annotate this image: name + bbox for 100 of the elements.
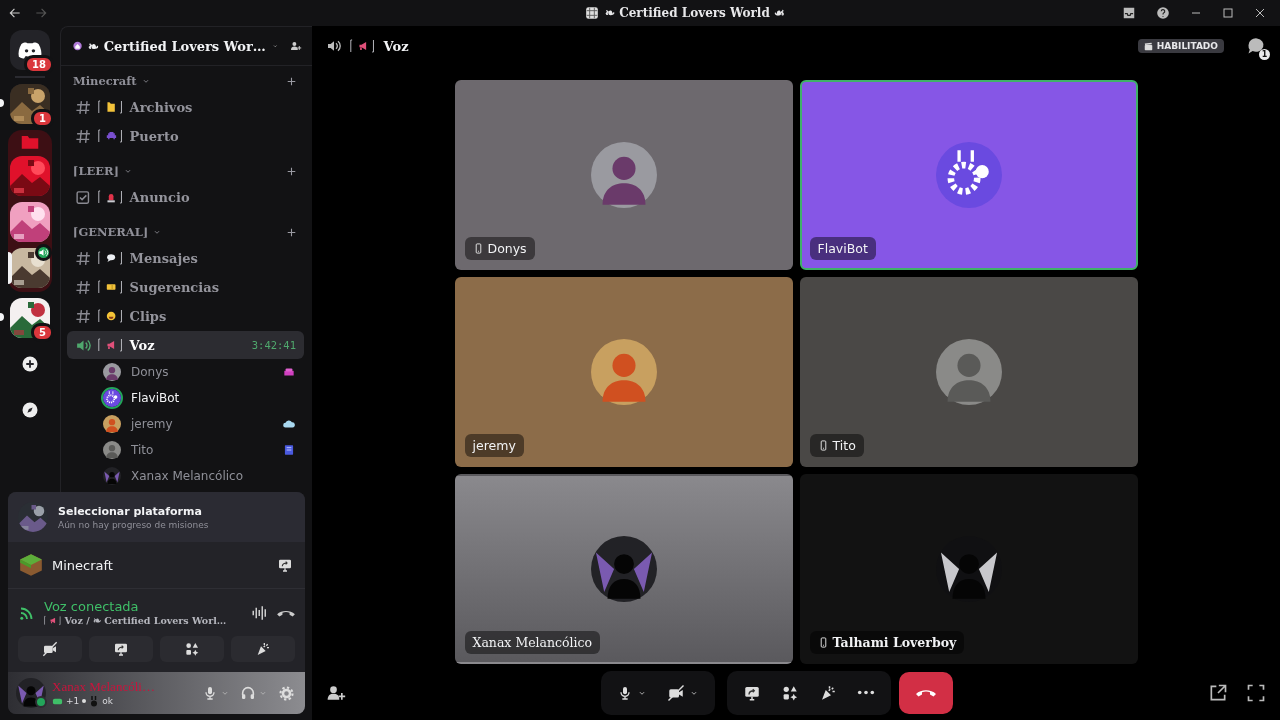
hash-icon (75, 98, 92, 116)
participant-name: Donys (487, 241, 527, 256)
category-header[interactable]: ⌈LEER⌋ (73, 164, 120, 178)
category-header[interactable]: Minecraft (73, 74, 137, 88)
video-tile[interactable]: jeremy (454, 277, 793, 467)
voice-member[interactable]: Tito (67, 437, 304, 463)
speaker-icon (326, 38, 342, 54)
announcement-icon (75, 188, 92, 206)
grid-icon (585, 6, 599, 20)
window-title: ❧ Certified Lovers World ☙ (605, 6, 785, 20)
fullscreen-icon[interactable] (1246, 682, 1266, 703)
quest-card[interactable]: Seleccionar plataforma Aún no hay progreso de misiones (8, 492, 305, 542)
camera-off-icon (667, 683, 685, 702)
count-badge: 1 (1259, 49, 1270, 60)
back-arrow-icon[interactable] (8, 6, 22, 20)
more-icon (857, 690, 875, 695)
speaker-icon (38, 247, 49, 258)
server-indicator (0, 99, 4, 107)
server-name[interactable]: ❧ Certified Lovers Wor… (88, 38, 266, 54)
avatar (935, 142, 1002, 208)
invader-icon (98, 128, 124, 144)
stream-icon[interactable] (277, 557, 293, 573)
dot-separator-icon (82, 699, 87, 703)
disconnect-button[interactable] (899, 671, 953, 714)
call-timer: 3:42:41 (251, 339, 296, 351)
voice-member[interactable]: jeremy (67, 411, 304, 437)
hang-up-icon[interactable] (277, 608, 295, 617)
video-tile[interactable]: FlaviBot (799, 80, 1138, 270)
megaphone-icon (44, 615, 62, 626)
voice-location[interactable]: Voz / ❧ Certified Lovers Worl… (64, 615, 227, 626)
notification-badge: 18 (24, 55, 54, 74)
channel-item[interactable]: Clips (67, 302, 304, 330)
inbox-icon[interactable] (1122, 6, 1136, 20)
bunny-icon (89, 695, 100, 707)
server-folder[interactable] (8, 130, 52, 292)
plus-icon (21, 355, 39, 373)
folder-icon (98, 99, 124, 115)
siren-icon (98, 189, 124, 205)
hang-up-icon (916, 688, 936, 697)
game-name: Minecraft (52, 557, 114, 573)
participant-name: Tito (832, 438, 856, 453)
hash-icon (75, 307, 92, 325)
settings-icon (278, 684, 295, 702)
video-tile[interactable]: Xanax Melancólico (454, 474, 793, 664)
pop-out-icon[interactable] (1208, 682, 1228, 703)
channel-item[interactable]: Puerto (67, 122, 304, 150)
participant-name: Xanax Melancólico (472, 635, 593, 650)
avatar (935, 339, 1002, 405)
close-icon[interactable] (1254, 7, 1266, 19)
channel-item[interactable]: Voz 3:42:41 (67, 331, 304, 359)
headset-icon (240, 685, 256, 701)
mic-icon (617, 684, 633, 701)
notification-badge: 1 (31, 109, 54, 128)
book-icon (282, 443, 296, 457)
channel-item[interactable]: Archivos (67, 93, 304, 121)
activity-count: +1 (66, 696, 80, 706)
channel-item[interactable]: Anuncio (67, 183, 304, 211)
quest-title: Seleccionar plataforma (58, 504, 203, 518)
category-header[interactable]: ⌈GENERAL⌋ (73, 225, 149, 239)
hash-icon (75, 249, 92, 267)
video-tile[interactable]: Talhami Loverboy (799, 474, 1138, 664)
voice-member[interactable]: Donys (67, 359, 304, 385)
voice-member[interactable]: Xanax Melancólico (67, 463, 304, 489)
compass-icon (21, 401, 39, 419)
avatar (590, 142, 657, 208)
help-icon[interactable] (1156, 6, 1170, 20)
channel-title: Voz (383, 38, 409, 54)
grass-block-icon (18, 552, 44, 578)
cloud-icon (282, 417, 296, 431)
camera-off-icon (42, 641, 58, 657)
participant-name: FlaviBot (817, 241, 868, 256)
avatar (590, 536, 657, 602)
megaphone-icon (98, 337, 124, 353)
smiley-icon (98, 308, 124, 324)
custom-status: ok (102, 696, 113, 706)
video-tile[interactable]: Donys (454, 80, 793, 270)
maximize-icon[interactable] (1222, 7, 1234, 19)
connection-status[interactable]: Voz conectada (44, 599, 243, 614)
chat-icon (1246, 36, 1266, 56)
server-button[interactable] (8, 202, 52, 242)
mic-icon (202, 685, 218, 701)
notification-badge: 5 (31, 323, 54, 342)
screen-share-icon (113, 641, 129, 657)
channel-item[interactable]: Sugerencias (67, 273, 304, 301)
video-tile[interactable]: Tito (799, 277, 1138, 467)
quest-subtitle: Aún no hay progreso de misiones (58, 519, 209, 530)
camera-button[interactable] (18, 636, 82, 662)
activities-button[interactable] (160, 636, 224, 662)
threads-button[interactable]: 1 (1246, 36, 1266, 56)
ticket-icon (98, 279, 124, 295)
voice-member[interactable]: FlaviBot (67, 385, 304, 411)
waveform-icon[interactable] (251, 603, 269, 622)
avatar (16, 678, 46, 708)
screen-share-button[interactable] (89, 636, 153, 662)
party-horn-icon (819, 683, 837, 702)
status-label: HABILITADO (1156, 41, 1218, 51)
home-badge-icon (73, 39, 83, 53)
server-indicator (0, 313, 4, 321)
avatar (590, 339, 657, 405)
channel-item[interactable]: Mensajes (67, 244, 304, 272)
